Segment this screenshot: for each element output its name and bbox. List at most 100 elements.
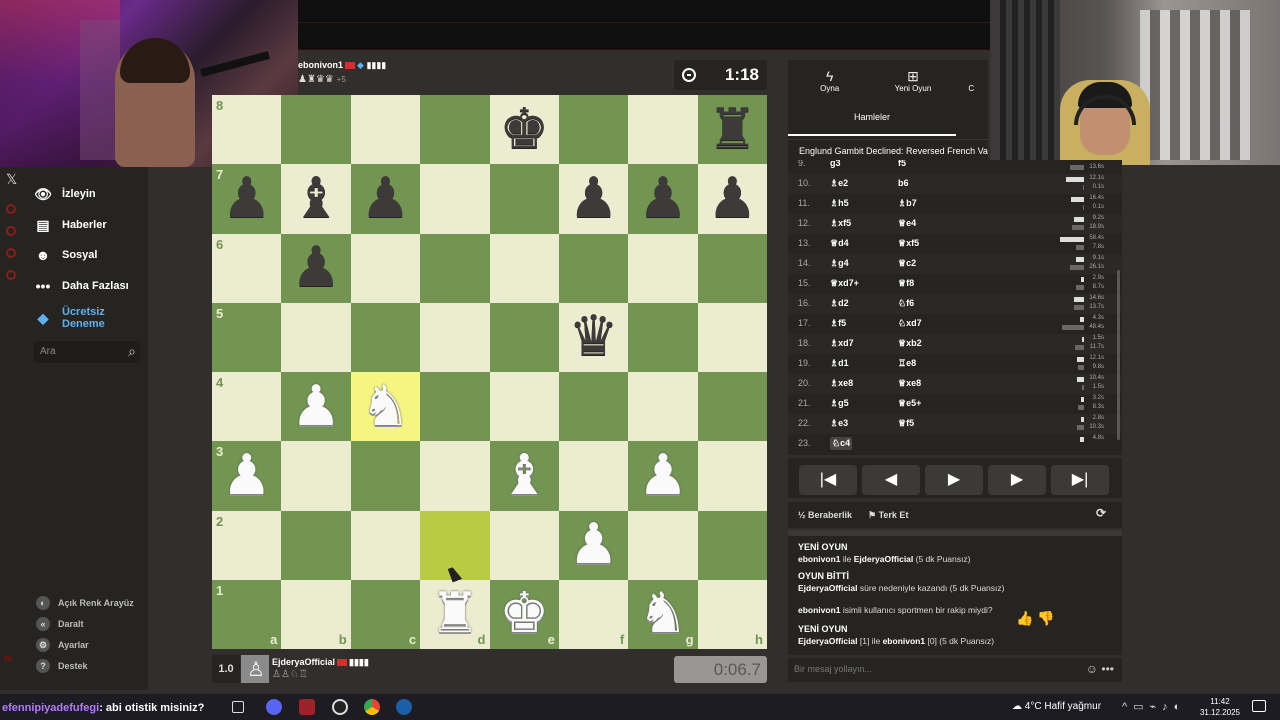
white-pawn-icon[interactable]: ♟ bbox=[568, 517, 618, 573]
square-d3[interactable] bbox=[420, 441, 490, 511]
square-f2[interactable]: ♟ bbox=[558, 510, 629, 580]
sidebar-light-theme[interactable]: ◐ Açık Renk Arayüz bbox=[36, 596, 134, 610]
white-king-icon[interactable]: ♚ bbox=[499, 586, 549, 642]
black-pawn-icon[interactable]: ♟ bbox=[360, 170, 410, 227]
white-move[interactable]: ♗e2 bbox=[830, 178, 848, 189]
black-move[interactable]: ♕xe8 bbox=[898, 378, 921, 389]
black-pawn-icon[interactable]: ♟ bbox=[638, 170, 688, 227]
white-move[interactable]: ♗f5 bbox=[830, 318, 846, 329]
black-move[interactable]: ♕f8 bbox=[898, 278, 914, 289]
square-e6[interactable] bbox=[489, 233, 559, 303]
square-d1[interactable]: d ♜ bbox=[420, 579, 490, 649]
chrome-icon[interactable] bbox=[364, 699, 380, 715]
square-c7[interactable]: ♟ bbox=[350, 164, 421, 234]
black-queen-icon[interactable]: ♛ bbox=[568, 309, 618, 365]
white-pawn-icon[interactable]: ♟ bbox=[638, 447, 688, 504]
sidebar-item-social[interactable]: ☻ Sosyal bbox=[34, 247, 98, 263]
square-d7[interactable] bbox=[420, 164, 490, 234]
tab-moves[interactable]: Hamleler bbox=[788, 106, 956, 136]
sidebar-item-free-trial[interactable]: ◆ Ücretsiz Deneme bbox=[34, 306, 105, 330]
square-f6[interactable] bbox=[558, 233, 629, 303]
square-a7[interactable]: 7 ♟ bbox=[212, 164, 282, 234]
black-move[interactable]: ♖e8 bbox=[898, 358, 916, 369]
discord-icon[interactable] bbox=[266, 699, 282, 715]
square-f3[interactable] bbox=[558, 441, 629, 511]
emoji-icon[interactable]: ☺ ••• bbox=[1086, 662, 1114, 676]
square-c8[interactable] bbox=[350, 95, 421, 165]
white-move[interactable]: ♕xd7+ bbox=[830, 278, 859, 289]
white-pawn-icon[interactable]: ♟ bbox=[222, 447, 272, 504]
white-move[interactable]: ♗d2 bbox=[830, 298, 849, 309]
sidebar-item-watch[interactable]: 👁 İzleyin bbox=[34, 186, 96, 202]
square-g6[interactable] bbox=[628, 233, 698, 303]
white-move[interactable]: ♗e3 bbox=[830, 418, 848, 429]
square-c1[interactable]: c bbox=[350, 579, 421, 649]
black-move[interactable]: ♗b7 bbox=[898, 198, 917, 209]
black-move[interactable]: ♘f6 bbox=[898, 298, 914, 309]
square-g4[interactable] bbox=[628, 372, 698, 442]
thumbs-down-icon[interactable]: 👎 bbox=[1037, 610, 1054, 626]
square-a2[interactable]: 2 bbox=[212, 510, 282, 580]
notification-icon[interactable] bbox=[1252, 700, 1266, 712]
white-move[interactable]: ♗g5 bbox=[830, 398, 849, 409]
square-d4[interactable] bbox=[420, 372, 490, 442]
square-a3[interactable]: 3 ♟ bbox=[212, 441, 282, 511]
square-f5[interactable]: ♛ bbox=[558, 302, 629, 372]
square-b4[interactable]: ♟ bbox=[281, 372, 351, 442]
square-c3[interactable] bbox=[350, 441, 421, 511]
square-a1[interactable]: 1a bbox=[212, 579, 282, 649]
search-input[interactable]: Ara ⌕ bbox=[34, 341, 140, 363]
white-knight-icon[interactable]: ♞ bbox=[638, 586, 688, 642]
sidebar-settings[interactable]: ⚙ Ayarlar bbox=[36, 638, 89, 652]
black-move[interactable]: ♕xb2 bbox=[898, 338, 922, 349]
black-move[interactable]: ♘xd7 bbox=[898, 318, 922, 329]
square-h6[interactable] bbox=[697, 233, 767, 303]
black-king-icon[interactable]: ♚ bbox=[499, 101, 549, 158]
square-a4[interactable]: 4 bbox=[212, 372, 282, 442]
square-f1[interactable]: f bbox=[558, 579, 629, 649]
system-clock[interactable]: 11:42 31.12.2025 bbox=[1196, 696, 1244, 718]
x-icon[interactable]: 𝕏 bbox=[6, 171, 17, 188]
square-c2[interactable] bbox=[350, 510, 421, 580]
task-view-icon[interactable] bbox=[232, 701, 244, 713]
square-g5[interactable] bbox=[628, 302, 698, 372]
player-name[interactable]: EjderyaOfficial ▮▮▮▮ bbox=[272, 657, 369, 668]
square-g7[interactable]: ♟ bbox=[628, 164, 698, 234]
square-g8[interactable] bbox=[628, 95, 698, 165]
square-e8[interactable]: ♚ bbox=[489, 95, 559, 165]
square-e5[interactable] bbox=[489, 302, 559, 372]
square-b1[interactable]: b bbox=[281, 579, 351, 649]
white-knight-icon[interactable]: ♞ bbox=[360, 378, 410, 435]
square-a5[interactable]: 5 bbox=[212, 302, 282, 372]
square-b7[interactable]: ♝ bbox=[281, 164, 351, 234]
white-rook-icon[interactable]: ♜ bbox=[430, 586, 480, 642]
square-e3[interactable]: ♝ bbox=[489, 441, 559, 511]
white-move[interactable]: ♕d4 bbox=[830, 238, 849, 249]
black-pawn-icon[interactable]: ♟ bbox=[707, 170, 757, 227]
square-e2[interactable] bbox=[489, 510, 559, 580]
square-b2[interactable] bbox=[281, 510, 351, 580]
square-f7[interactable]: ♟ bbox=[558, 164, 629, 234]
square-d5[interactable] bbox=[420, 302, 490, 372]
square-d8[interactable] bbox=[420, 95, 490, 165]
square-d6[interactable] bbox=[420, 233, 490, 303]
sidebar-item-news[interactable]: ▤ Haberler bbox=[34, 217, 106, 233]
weather-widget[interactable]: ☁ 4°C Hafif yağmur bbox=[1012, 701, 1101, 712]
last-move-button[interactable]: ▶| bbox=[1051, 465, 1109, 495]
square-g1[interactable]: g ♞ bbox=[628, 579, 698, 649]
chess-board[interactable]: 8 ♚ ♜ 7 ♟ ♝ ♟ ♟ ♟ ♟ 6 ♟ 5 ♛ 4 ♟ ♞ 3 ♟ ♝ ♟ 2 ♟ 1 a b c d ♜ e ♚ f g ♞ h bbox=[212, 95, 767, 649]
square-c6[interactable] bbox=[350, 233, 421, 303]
white-move[interactable]: ♗h5 bbox=[830, 198, 849, 209]
black-move[interactable]: b6 bbox=[898, 178, 909, 188]
square-e7[interactable] bbox=[489, 164, 559, 234]
square-g2[interactable] bbox=[628, 510, 698, 580]
next-move-button[interactable]: ▶ bbox=[988, 465, 1046, 495]
tab-play[interactable]: ϟ Oyna bbox=[788, 60, 871, 102]
square-a8[interactable]: 8 bbox=[212, 95, 282, 165]
black-bishop-icon[interactable]: ♝ bbox=[291, 170, 341, 227]
white-move[interactable]: ♗d1 bbox=[830, 358, 849, 369]
draw-button[interactable]: ½ Beraberlik bbox=[798, 510, 852, 520]
black-move[interactable]: ♕f5 bbox=[898, 418, 914, 429]
steam-icon[interactable] bbox=[396, 699, 412, 715]
move-list-scrollbar[interactable] bbox=[1117, 160, 1121, 455]
